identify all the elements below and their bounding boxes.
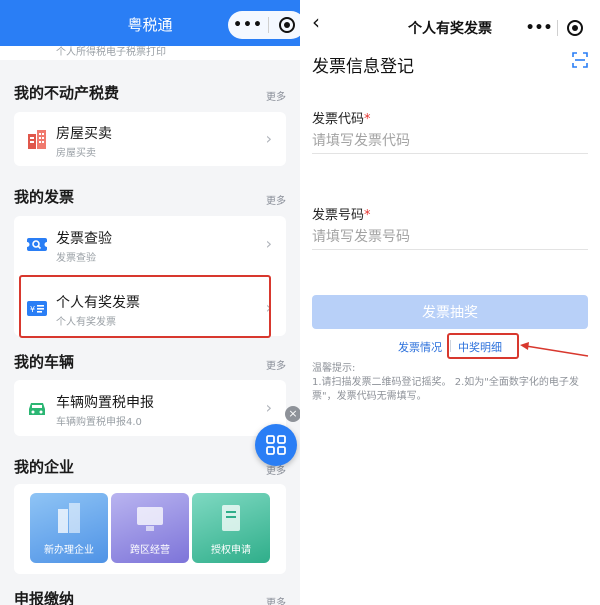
miniprogram-capsule: •••: [521, 14, 592, 42]
car-icon: [29, 403, 45, 415]
invoice-number-label: 发票号码*: [312, 204, 371, 223]
more-link-real-estate[interactable]: 更多: [266, 88, 286, 103]
chevron-right-icon: ›: [265, 234, 272, 253]
tile-label: 跨区经营: [130, 545, 170, 556]
target-icon: [567, 20, 583, 36]
invoice-status-link[interactable]: 发票情况: [398, 339, 442, 355]
close-icon[interactable]: ×: [285, 406, 300, 422]
tips-title: 温馨提示:: [312, 363, 356, 374]
card-subtitle: 发票查验: [56, 253, 96, 264]
invoice-code-input[interactable]: [312, 128, 588, 154]
grid-icon: [266, 435, 286, 455]
annotation-arrow: [520, 342, 589, 357]
ticket-icon: [26, 238, 48, 251]
tile-authorization[interactable]: 授权申请: [192, 493, 270, 563]
clipped-card-text: 个人所得税电子税票打印: [56, 47, 166, 58]
card-subtitle: 车辆购置税申报4.0: [56, 417, 142, 428]
more-menu-button[interactable]: •••: [521, 20, 557, 36]
close-miniprogram-button[interactable]: [269, 17, 300, 33]
required-mark: *: [364, 208, 371, 223]
office-building-icon: [58, 503, 80, 533]
card-house-trade[interactable]: 房屋买卖 房屋买卖 ›: [14, 112, 286, 166]
tile-label: 新办理企业: [44, 545, 94, 556]
more-link-invoice[interactable]: 更多: [266, 192, 286, 207]
section-title-real-estate: 我的不动产税费: [14, 84, 120, 102]
tips-body: 1.请扫描发票二维码登记摇奖。 2.如为"全面数字化的电子发票"，发票代码无需填…: [312, 377, 579, 402]
target-icon: [279, 17, 295, 33]
scan-icon[interactable]: [572, 52, 588, 68]
label-text: 发票代码: [312, 112, 365, 127]
card-invoice-check[interactable]: 发票查验 发票查验 ›: [14, 216, 286, 272]
card-title: 房屋买卖: [56, 126, 112, 142]
section-title-enterprise: 我的企业: [14, 458, 75, 476]
right-screen: ‹ 个人有奖发票 ••• 发票信息登记 发票代码* 发票号码* 发票抽奖 发票情…: [300, 0, 600, 605]
card-title: 发票查验: [56, 231, 112, 247]
enterprise-card: 新办理企业 跨区经营 授权申请: [14, 484, 286, 574]
chevron-right-icon: ›: [265, 398, 272, 417]
app-header: 粤税通 •••: [0, 0, 300, 46]
more-link-vehicle[interactable]: 更多: [266, 357, 286, 372]
more-menu-button[interactable]: •••: [228, 17, 268, 33]
label-text: 发票号码: [312, 208, 365, 223]
close-miniprogram-button[interactable]: [558, 20, 592, 36]
section-title-vehicle: 我的车辆: [14, 353, 75, 371]
form-heading: 发票信息登记: [312, 57, 414, 77]
chevron-right-icon: ›: [265, 129, 272, 148]
monitor-icon: [137, 507, 163, 531]
required-mark: *: [364, 112, 371, 127]
floating-menu-button[interactable]: [255, 424, 297, 466]
lottery-submit-button[interactable]: 发票抽奖: [312, 295, 588, 329]
card-subtitle: 房屋买卖: [56, 148, 96, 159]
tile-cross-region[interactable]: 跨区经营: [111, 493, 189, 563]
highlight-box-personal-invoice: [19, 275, 271, 338]
more-link-declare[interactable]: 更多: [266, 594, 286, 605]
miniprogram-capsule: •••: [228, 11, 300, 39]
invoice-number-input[interactable]: [312, 224, 588, 250]
section-title-declare: 申报缴纳: [14, 590, 75, 605]
section-title-invoice: 我的发票: [14, 188, 75, 206]
left-screen: 粤税通 ••• 个人所得税电子税票打印 我的不动产税费 更多 房屋买卖 房屋买卖…: [0, 0, 300, 605]
card-title: 车辆购置税申报: [56, 395, 154, 411]
highlight-box-winning-details: [447, 333, 519, 359]
building-icon: [28, 130, 46, 149]
document-icon: [222, 505, 240, 531]
clipped-card: 个人所得税电子税票打印: [0, 46, 300, 60]
tile-label: 授权申请: [211, 545, 251, 556]
tile-new-enterprise[interactable]: 新办理企业: [30, 493, 108, 563]
card-vehicle-tax[interactable]: 车辆购置税申报 车辆购置税申报4.0 ›: [14, 380, 286, 436]
invoice-code-label: 发票代码*: [312, 108, 371, 127]
